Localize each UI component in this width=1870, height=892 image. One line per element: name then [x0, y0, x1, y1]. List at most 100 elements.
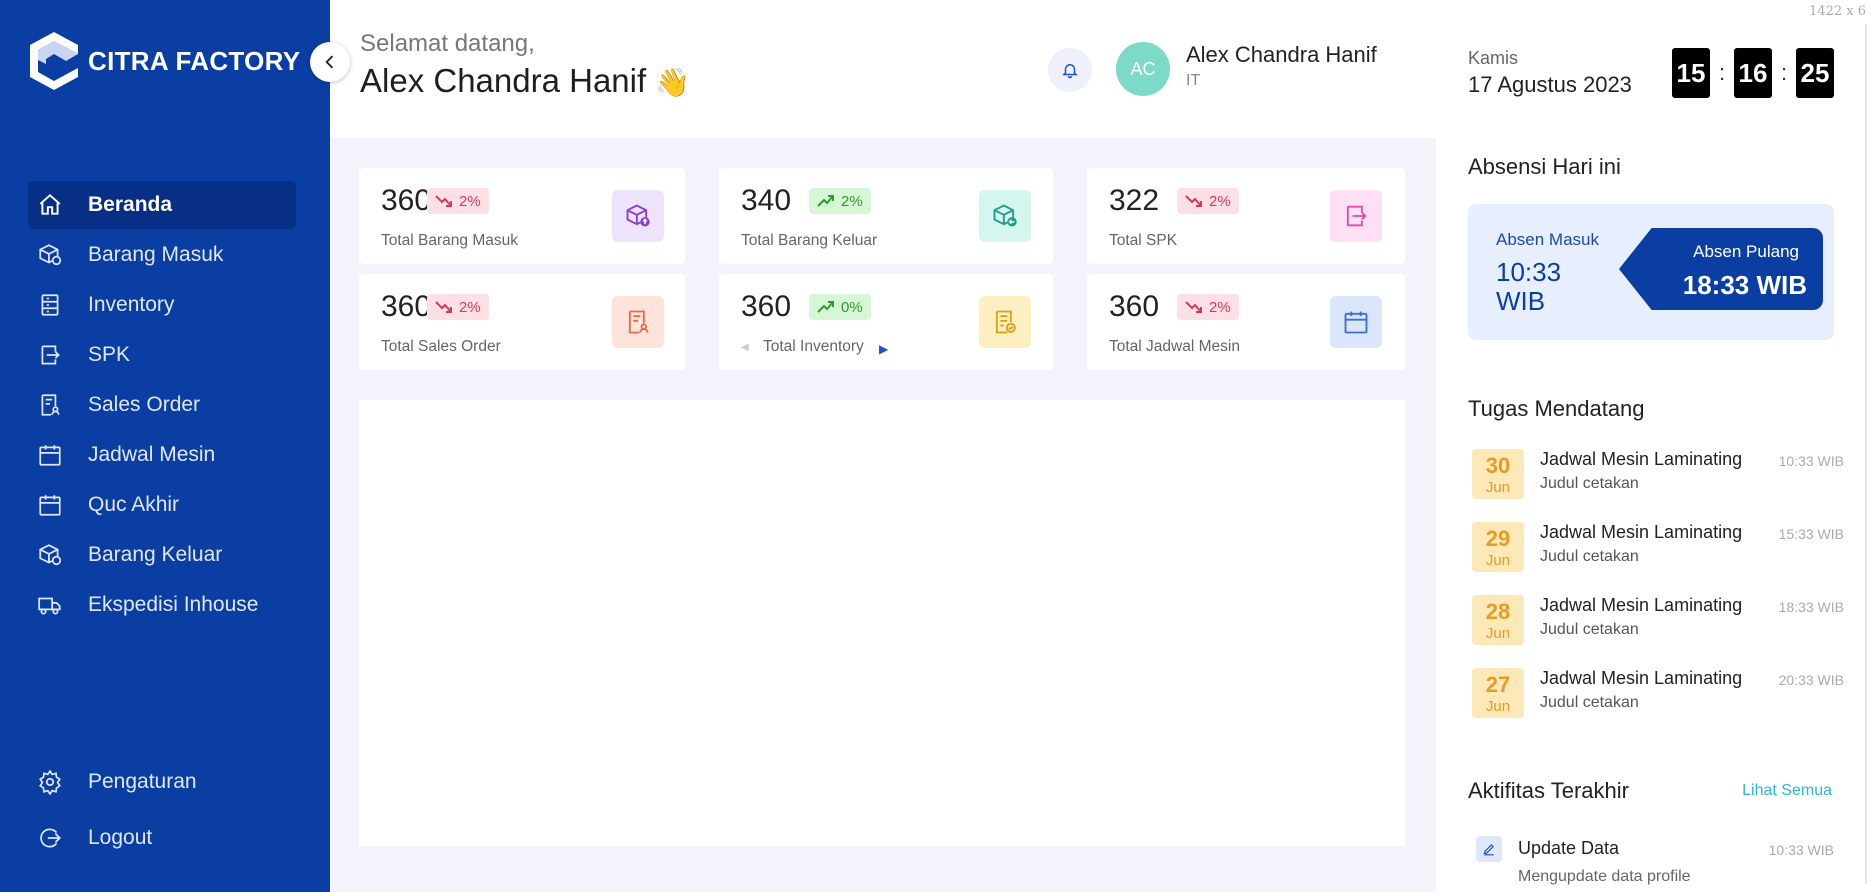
task-title: Jadwal Mesin Laminating — [1540, 595, 1743, 615]
clock-separator: : — [1780, 60, 1788, 85]
user-greeting-name: Alex Chandra Hanif — [360, 62, 647, 99]
brand-logo[interactable]: CITRA FACTORY — [26, 30, 300, 92]
activity-time: 10:33 WIB — [1768, 842, 1834, 858]
trend-badge: 2% — [1177, 294, 1239, 320]
task-subtitle: Judul cetakan — [1540, 694, 1639, 711]
trend-badge: 0% — [809, 294, 871, 320]
list-item[interactable]: 28 Jun Jadwal Mesin Laminating Judul cet… — [1472, 595, 1844, 655]
stat-card-barang-masuk[interactable]: 360 2% Total Barang Masuk — [359, 168, 685, 264]
sidebar-item-sales-order[interactable]: Sales Order — [28, 381, 296, 429]
sidebar-item-label: Beranda — [88, 193, 173, 216]
list-item[interactable]: 29 Jun Jadwal Mesin Laminating Judul cet… — [1472, 522, 1844, 582]
stat-card-inventory[interactable]: 360 0% ◀ Total Inventory ▶ — [719, 274, 1053, 370]
day-label: Kamis — [1468, 48, 1519, 68]
task-time: 15:33 WIB — [1778, 526, 1844, 542]
task-day: 29 — [1485, 526, 1511, 551]
task-time: 18:33 WIB — [1778, 599, 1844, 615]
date-label: 17 Agustus 2023 — [1468, 72, 1632, 97]
task-date-badge: 27 Jun — [1472, 668, 1524, 718]
task-subtitle: Judul cetakan — [1540, 621, 1639, 638]
sidebar-item-label: SPK — [88, 343, 131, 366]
digital-clock: 15 : 16 : 25 — [1672, 48, 1834, 98]
task-date-badge: 29 Jun — [1472, 522, 1524, 572]
sidebar-item-label: Sales Order — [88, 393, 201, 416]
inventory-icon — [36, 291, 64, 319]
trend-down-icon — [435, 301, 452, 313]
stat-card-jadwal-mesin[interactable]: 360 2% Total Jadwal Mesin — [1087, 274, 1405, 370]
prev-arrow-icon[interactable]: ◀ — [741, 342, 749, 353]
stat-value: 360 — [741, 290, 792, 323]
home-icon — [36, 191, 64, 219]
task-day: 28 — [1485, 599, 1511, 624]
stat-value: 360 — [381, 184, 432, 217]
check-out-time: 18:33 WIB — [1682, 270, 1807, 300]
sidebar-item-label: Jadwal Mesin — [88, 443, 216, 466]
sidebar-item-barang-masuk[interactable]: Barang Masuk — [28, 231, 296, 279]
sidebar-item-label: Ekspedisi Inhouse — [88, 593, 259, 616]
task-date-badge: 28 Jun — [1472, 595, 1524, 645]
check-out-button[interactable]: Absen Pulang 18:33 WIB — [1619, 228, 1823, 310]
task-month: Jun — [1485, 698, 1511, 715]
sidebar-item-quc-akhir[interactable]: Quc Akhir — [28, 481, 296, 529]
chevron-left-icon — [325, 55, 334, 69]
collapse-sidebar-button[interactable] — [310, 42, 350, 82]
trend-badge: 2% — [427, 188, 489, 214]
sidebar-item-spk[interactable]: SPK — [28, 331, 296, 379]
user-role: IT — [1186, 72, 1201, 89]
stat-card-sales-order[interactable]: 360 2% Total Sales Order — [359, 274, 685, 370]
avatar[interactable]: AC — [1116, 42, 1170, 96]
logout-icon — [36, 824, 64, 852]
clock-separator: : — [1718, 60, 1726, 85]
sidebar-item-inventory[interactable]: Inventory — [28, 281, 296, 329]
recent-activity-title: Aktifitas Terakhir — [1468, 778, 1629, 803]
task-day: 30 — [1485, 453, 1511, 478]
sidebar-item-label: Pengaturan — [88, 770, 197, 793]
trend-value: 0% — [841, 298, 863, 316]
trend-badge: 2% — [427, 294, 489, 320]
stat-label: Total Jadwal Mesin — [1109, 338, 1240, 355]
truck-icon — [36, 591, 64, 619]
calendar-icon — [36, 491, 64, 519]
sidebar-item-label: Barang Keluar — [88, 543, 223, 566]
gear-icon — [36, 768, 64, 796]
clock-hours: 15 — [1672, 48, 1710, 98]
sidebar-item-logout[interactable]: Logout — [28, 811, 296, 865]
task-subtitle: Judul cetakan — [1540, 475, 1639, 492]
stat-card-barang-keluar[interactable]: 340 2% Total Barang Keluar — [719, 168, 1053, 264]
list-item[interactable]: 30 Jun Jadwal Mesin Laminating Judul cet… — [1472, 449, 1844, 509]
trend-up-icon — [817, 301, 834, 313]
citra-logo-icon — [30, 32, 78, 90]
box-upload-icon — [612, 190, 664, 242]
check-in-time: 10:33 WIB — [1496, 257, 1562, 316]
see-all-link[interactable]: Lihat Semua — [1742, 782, 1832, 800]
user-name[interactable]: Alex Chandra Hanif — [1186, 42, 1377, 68]
stat-card-spk[interactable]: 322 2% Total SPK — [1087, 168, 1405, 264]
box-in-icon — [36, 241, 64, 269]
sidebar-item-label: Barang Masuk — [88, 243, 224, 266]
sidebar-item-label: Inventory — [88, 293, 175, 316]
stat-value: 340 — [741, 184, 792, 217]
sidebar-item-pengaturan[interactable]: Pengaturan — [28, 755, 296, 809]
next-arrow-icon[interactable]: ▶ — [879, 342, 888, 356]
top-header: Selamat datang, Alex Chandra Hanif 👋 AC … — [330, 0, 1436, 138]
main-content: 360 2% Total Barang Masuk 340 2% Total B… — [330, 138, 1436, 892]
sidebar-item-barang-keluar[interactable]: Barang Keluar — [28, 531, 296, 579]
sidebar-item-beranda[interactable]: Beranda — [28, 181, 296, 229]
greeting-text: Selamat datang, — [360, 30, 535, 57]
sidebar-item-ekspedisi-inhouse[interactable]: Ekspedisi Inhouse — [28, 581, 296, 629]
list-item[interactable]: 27 Jun Jadwal Mesin Laminating Judul cet… — [1472, 668, 1844, 728]
scrollbar-track[interactable] — [1865, 24, 1867, 884]
transfer-icon — [1330, 190, 1382, 242]
stat-label: Total Sales Order — [381, 338, 501, 355]
wave-emoji: 👋 — [655, 67, 691, 98]
attendance-card: Absen Masuk 10:33 WIB Absen Pulang 18:33… — [1468, 204, 1834, 340]
task-time: 20:33 WIB — [1778, 672, 1844, 688]
calendar-icon — [36, 441, 64, 469]
box-download-icon — [979, 190, 1031, 242]
task-subtitle: Judul cetakan — [1540, 548, 1639, 565]
trend-down-icon — [1185, 301, 1202, 313]
notification-button[interactable] — [1048, 48, 1092, 92]
trend-value: 2% — [841, 192, 863, 210]
resolution-tag: 1422 x 6 — [1809, 4, 1866, 19]
sidebar-item-jadwal-mesin[interactable]: Jadwal Mesin — [28, 431, 296, 479]
